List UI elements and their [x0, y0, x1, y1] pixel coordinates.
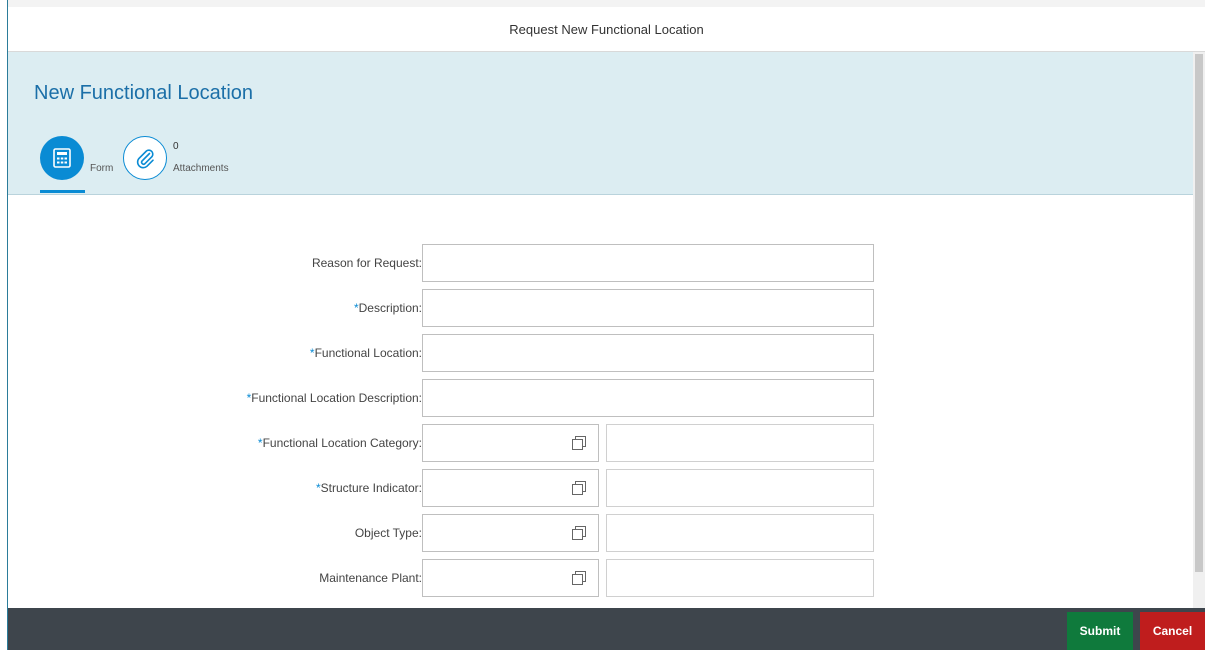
form-icon: [53, 148, 71, 168]
tab-form[interactable]: Form: [40, 136, 113, 194]
structure-indicator-description-field: [606, 469, 874, 507]
form-row-reason: Reason for Request:: [8, 244, 1193, 282]
window-left-edge: [0, 0, 8, 650]
tab-form-label: Form: [90, 163, 114, 174]
description-input[interactable]: [422, 289, 874, 327]
window-top-gap: [8, 0, 1205, 7]
value-help-icon[interactable]: [571, 480, 587, 496]
cancel-button[interactable]: Cancel: [1140, 612, 1205, 650]
selected-tab-indicator: [40, 190, 85, 193]
value-help-icon[interactable]: [571, 435, 587, 451]
form-row-object-type: Object Type:: [8, 514, 1193, 552]
request-form: Reason for Request: *Description: *Funct…: [8, 195, 1193, 608]
field-label-reason: Reason for Request:: [311, 256, 422, 270]
field-label-structure-indicator: *Structure Indicator:: [315, 481, 422, 495]
category-description-field: [606, 424, 874, 462]
object-header: New Functional Location Form 0 Attachmen…: [8, 52, 1193, 195]
object-type-description-field: [606, 514, 874, 552]
field-label-category: *Functional Location Category:: [257, 436, 422, 450]
submit-button[interactable]: Submit: [1067, 612, 1133, 650]
field-label-maintenance-plant: Maintenance Plant:: [319, 571, 422, 585]
form-row-functional-location-description: *Functional Location Description:: [8, 379, 1193, 417]
form-row-structure-indicator: *Structure Indicator:: [8, 469, 1193, 507]
vertical-scrollbar[interactable]: [1193, 52, 1205, 608]
attachments-count: 0: [173, 141, 179, 152]
dialog-title: Request New Functional Location: [509, 21, 704, 37]
form-row-description: *Description:: [8, 289, 1193, 327]
form-row-maintenance-plant: Maintenance Plant:: [8, 559, 1193, 597]
dialog-title-bar: Request New Functional Location: [8, 7, 1205, 52]
attachments-tab-circle[interactable]: [123, 136, 167, 180]
tab-attachments-label: Attachments: [173, 163, 229, 174]
form-row-category: *Functional Location Category:: [8, 424, 1193, 462]
paperclip-icon: [136, 149, 154, 169]
footer-toolbar: Submit Cancel: [8, 608, 1205, 650]
maintenance-plant-description-field: [606, 559, 874, 597]
field-label-functional-location-description: *Functional Location Description:: [246, 391, 422, 405]
functional-location-input[interactable]: [422, 334, 874, 372]
field-label-object-type: Object Type:: [354, 526, 422, 540]
reason-for-request-input[interactable]: [422, 244, 874, 282]
value-help-icon[interactable]: [571, 525, 587, 541]
form-row-functional-location: *Functional Location:: [8, 334, 1193, 372]
functional-location-description-input[interactable]: [422, 379, 874, 417]
form-tab-circle[interactable]: [40, 136, 84, 180]
field-label-description: *Description:: [353, 301, 422, 315]
scrollbar-thumb[interactable]: [1195, 54, 1203, 572]
value-help-icon[interactable]: [571, 570, 587, 586]
field-label-functional-location: *Functional Location:: [309, 346, 422, 360]
tab-attachments[interactable]: 0 Attachments: [123, 136, 273, 194]
page-title: New Functional Location: [34, 82, 254, 104]
